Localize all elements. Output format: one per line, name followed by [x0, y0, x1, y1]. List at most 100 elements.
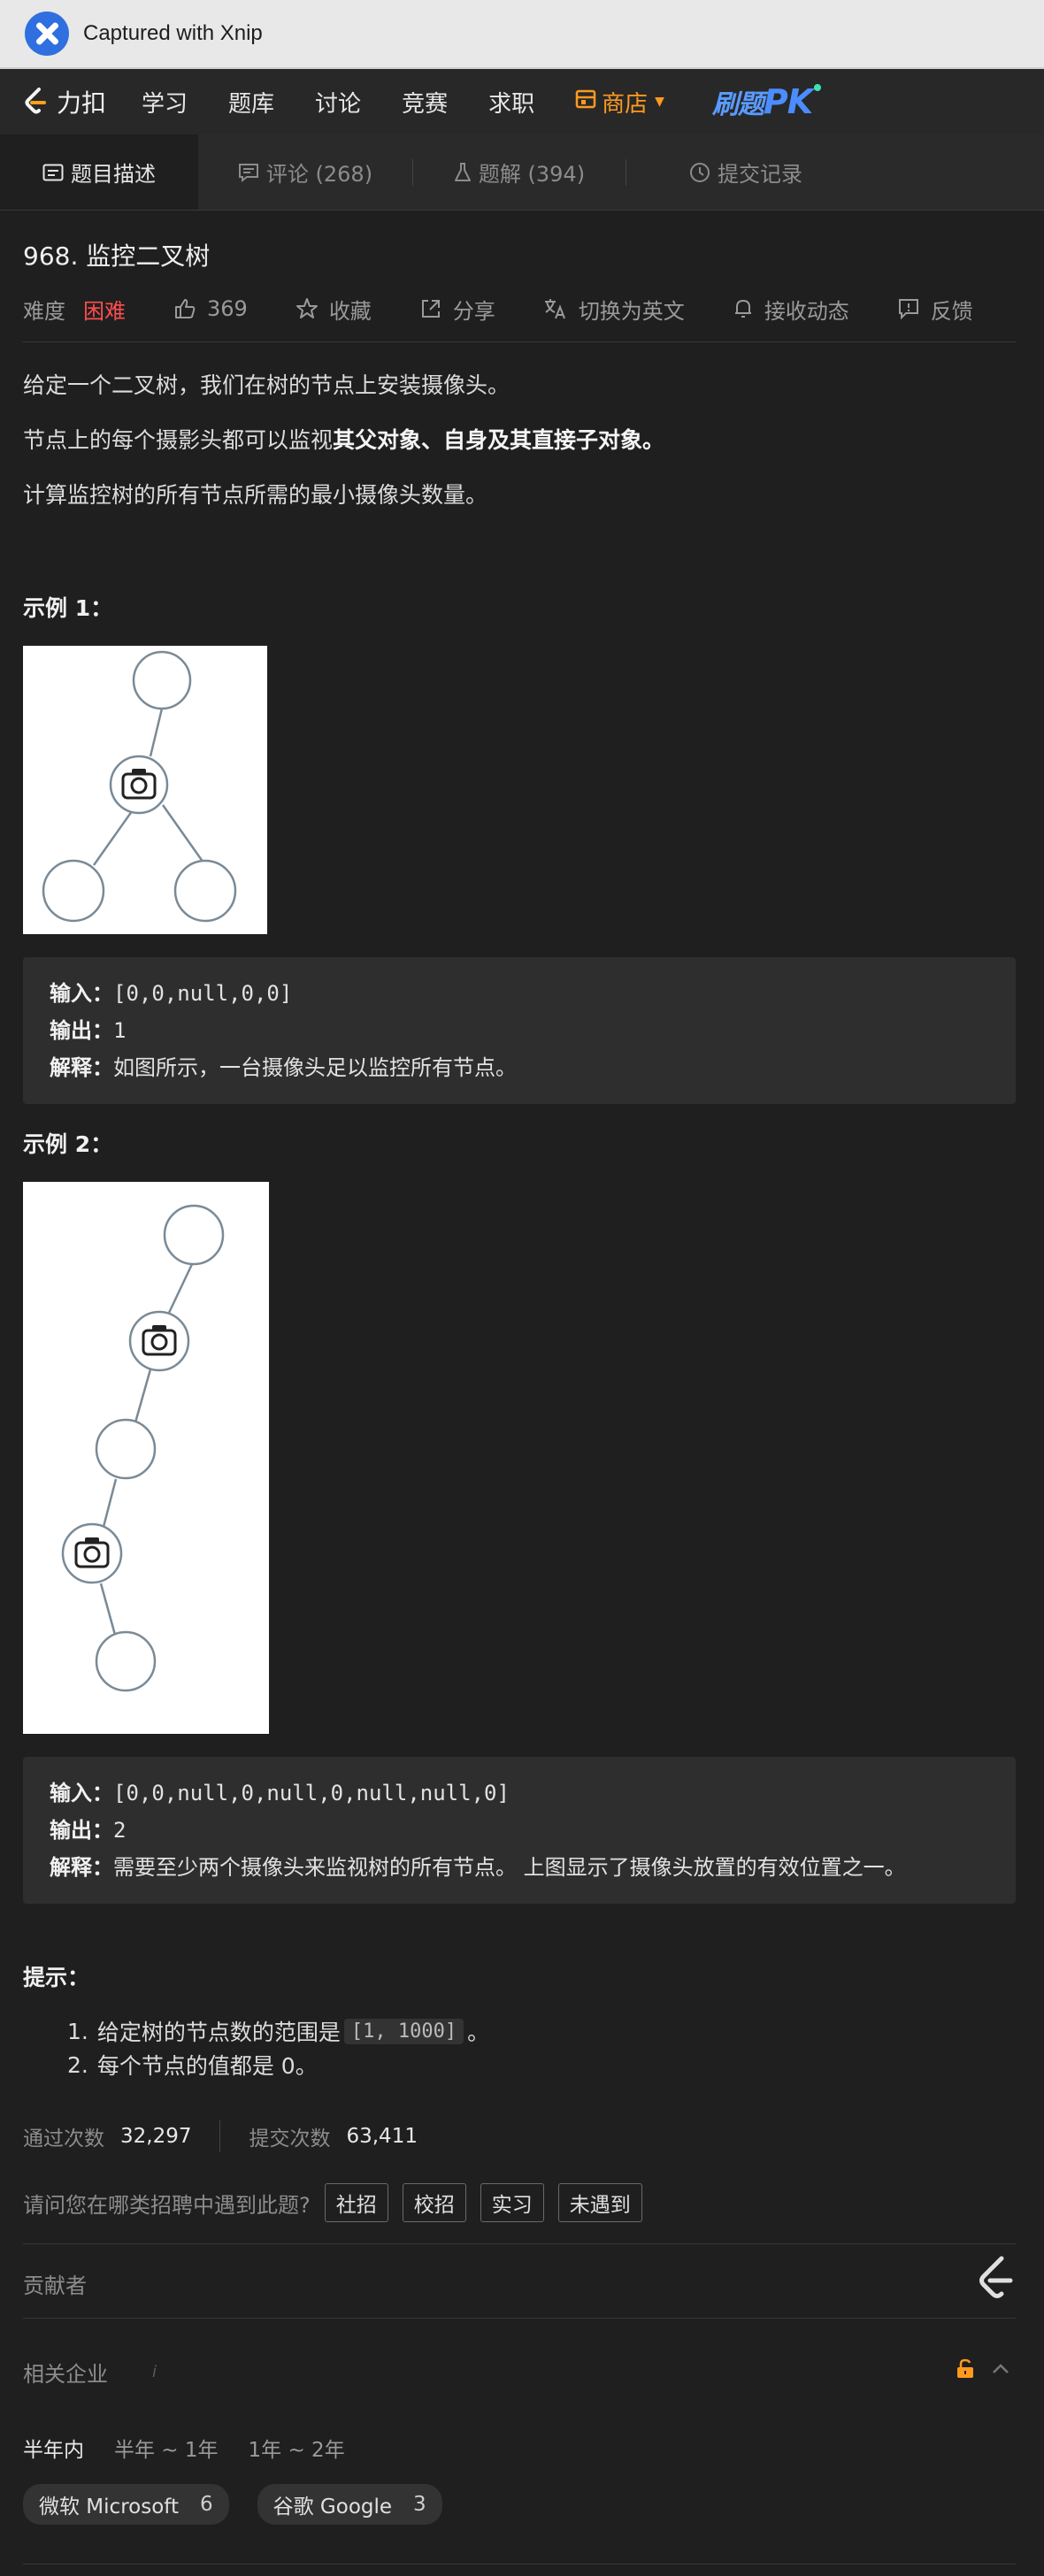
tree-node — [42, 859, 105, 923]
recruit-tag-social[interactable]: 社招 — [324, 2183, 388, 2222]
xnip-logo-icon — [25, 12, 69, 56]
tab-solutions[interactable]: 题解 (394) — [413, 134, 626, 210]
tab-submissions[interactable]: 提交记录 — [626, 134, 865, 210]
stats-divider — [219, 2120, 221, 2152]
hints-title: 提示： — [23, 1965, 90, 1990]
contributor-avatar-icon[interactable] — [975, 2254, 1016, 2305]
brand-name: 力扣 — [57, 88, 107, 118]
recruit-question: 请问您在哪类招聘中遇到此题? — [23, 2192, 311, 2218]
explain-label: 解释： — [50, 1055, 113, 1080]
company-tag-microsoft[interactable]: 微软 Microsoft 6 — [23, 2484, 229, 2525]
like-count: 369 — [207, 296, 248, 321]
description-icon — [42, 164, 64, 181]
store-icon — [575, 88, 596, 115]
hint-text: 每个节点的值都是 0。 — [96, 2053, 318, 2079]
nav-item-contest[interactable]: 竞赛 — [402, 86, 448, 119]
feedback-icon — [898, 299, 918, 320]
share-icon — [421, 300, 440, 318]
nav-item-store[interactable]: 商店 ▼ — [575, 86, 664, 119]
camera-node — [109, 755, 169, 815]
example-2-title: 示例 2： — [23, 1131, 113, 1157]
store-label: 商店 — [602, 90, 649, 118]
favorite-button[interactable]: 收藏 — [296, 294, 372, 325]
output-label: 输出： — [50, 1018, 113, 1043]
tab-comments[interactable]: 评论 (268) — [198, 134, 412, 210]
tab-description[interactable]: 题目描述 — [0, 134, 198, 210]
camera-node — [128, 1310, 190, 1372]
passed-count: 32,297 — [120, 2125, 192, 2148]
favorite-label: 收藏 — [328, 298, 372, 324]
tree-node — [163, 1204, 225, 1266]
contributors-text: 贡献者 — [23, 2273, 87, 2298]
switch-language-button[interactable]: 切换为英文 — [543, 294, 685, 325]
example-2-code: 输入：[0,0,null,0,null,0,null,null,0] 输出：2 … — [23, 1757, 1016, 1904]
tree-node — [95, 1630, 157, 1692]
submitted-count: 63,411 — [346, 2125, 418, 2148]
company-name: 微软 Microsoft — [39, 2496, 179, 2518]
like-button[interactable]: 369 — [173, 296, 248, 321]
period-tab-half-to-one-year[interactable]: 半年 ~ 1年 — [114, 2433, 219, 2463]
tree-node — [173, 859, 237, 923]
explain-text: 需要至少两个摄像头来监视树的所有节点。 上图显示了摄像头放置的有效位置之一。 — [113, 1855, 906, 1880]
hint-text-end: 。 — [467, 2020, 490, 2045]
feedback-button[interactable]: 反馈 — [897, 294, 973, 325]
tab-label: 题解 (394) — [478, 162, 586, 187]
explain-label: 解释： — [50, 1855, 113, 1880]
problem-meta: 难度 困难 369 收藏 分享 切换为英文 接收动态 反馈 — [23, 287, 1016, 331]
share-button[interactable]: 分享 — [419, 294, 495, 325]
example-1-title: 示例 1： — [23, 595, 113, 621]
hint-code: [1, 1000] — [343, 2018, 464, 2044]
clock-icon — [689, 162, 710, 183]
companies-toggle[interactable] — [956, 2358, 1010, 2380]
recruit-tag-campus[interactable]: 校招 — [402, 2183, 466, 2222]
company-list: 微软 Microsoft 6 谷歌 Google 3 — [23, 2484, 471, 2525]
company-count: 6 — [199, 2493, 213, 2516]
subscribe-button[interactable]: 接收动态 — [733, 294, 849, 325]
hint-item: 2. 每个节点的值都是 0。 — [67, 2049, 318, 2081]
hint-number: 2. — [67, 2051, 88, 2078]
switch-language-label: 切换为英文 — [578, 298, 685, 324]
problem-tabs: 题目描述 评论 (268) 题解 (394) 提交记录 — [0, 134, 1044, 211]
recruit-tag-never[interactable]: 未遇到 — [557, 2183, 642, 2222]
info-icon: i — [152, 2363, 157, 2381]
nav-item-discuss[interactable]: 讨论 — [315, 86, 361, 119]
difficulty-label: 难度 — [23, 298, 65, 324]
contributors-label[interactable]: 贡献者 — [23, 2268, 87, 2299]
related-companies-header[interactable]: 相关企业 i — [23, 2357, 157, 2388]
brand-logo[interactable]: 力扣 — [23, 84, 106, 119]
share-label: 分享 — [452, 298, 495, 324]
period-tabs: 半年内 半年 ~ 1年 1年 ~ 2年 — [23, 2433, 375, 2463]
pk-banner[interactable]: 刷题PK — [712, 82, 822, 121]
passed-label: 通过次数 — [23, 2128, 104, 2150]
period-tab-one-to-two-years[interactable]: 1年 ~ 2年 — [249, 2433, 345, 2463]
unlock-icon — [957, 2358, 973, 2378]
leetcode-logo-icon — [23, 87, 48, 117]
nav-item-problems[interactable]: 题库 — [228, 86, 274, 119]
output-label: 输出： — [50, 1818, 113, 1843]
pk-banner-tail: PK — [763, 82, 813, 121]
subscribe-label: 接收动态 — [764, 298, 849, 324]
company-tag-google[interactable]: 谷歌 Google 3 — [257, 2484, 442, 2525]
difficulty-badge: 困难 — [83, 298, 126, 324]
company-count: 3 — [413, 2493, 426, 2516]
titlebar-text: Captured with Xnip — [83, 21, 263, 45]
tree-node — [132, 650, 192, 710]
tab-label: 提交记录 — [718, 162, 802, 187]
chevron-down-icon: ▼ — [655, 95, 664, 109]
example-1-tree-image — [23, 646, 267, 934]
problem-title: 968. 监控二叉树 — [23, 242, 211, 271]
comment-icon — [238, 163, 259, 182]
tree-node — [95, 1418, 157, 1480]
star-icon — [296, 298, 318, 318]
thumbs-up-icon — [175, 299, 196, 318]
nav-item-learn[interactable]: 学习 — [142, 86, 188, 119]
company-name: 谷歌 Google — [273, 2496, 393, 2518]
recruit-tag-intern[interactable]: 实习 — [480, 2183, 544, 2222]
description-paragraph-1: 给定一个二叉树，我们在树的节点上安装摄像头。 — [23, 372, 510, 398]
period-tab-half-year[interactable]: 半年内 — [23, 2433, 84, 2463]
nav-item-jobs[interactable]: 求职 — [488, 86, 534, 119]
description-paragraph-3: 计算监控树的所有节点所需的最小摄像头数量。 — [23, 482, 488, 508]
divider — [23, 341, 1016, 342]
top-navigation: 力扣 学习 题库 讨论 竞赛 求职 商店 ▼ 刷题PK — [0, 69, 1044, 134]
input-value: [0,0,null,0,0] — [113, 981, 293, 1006]
